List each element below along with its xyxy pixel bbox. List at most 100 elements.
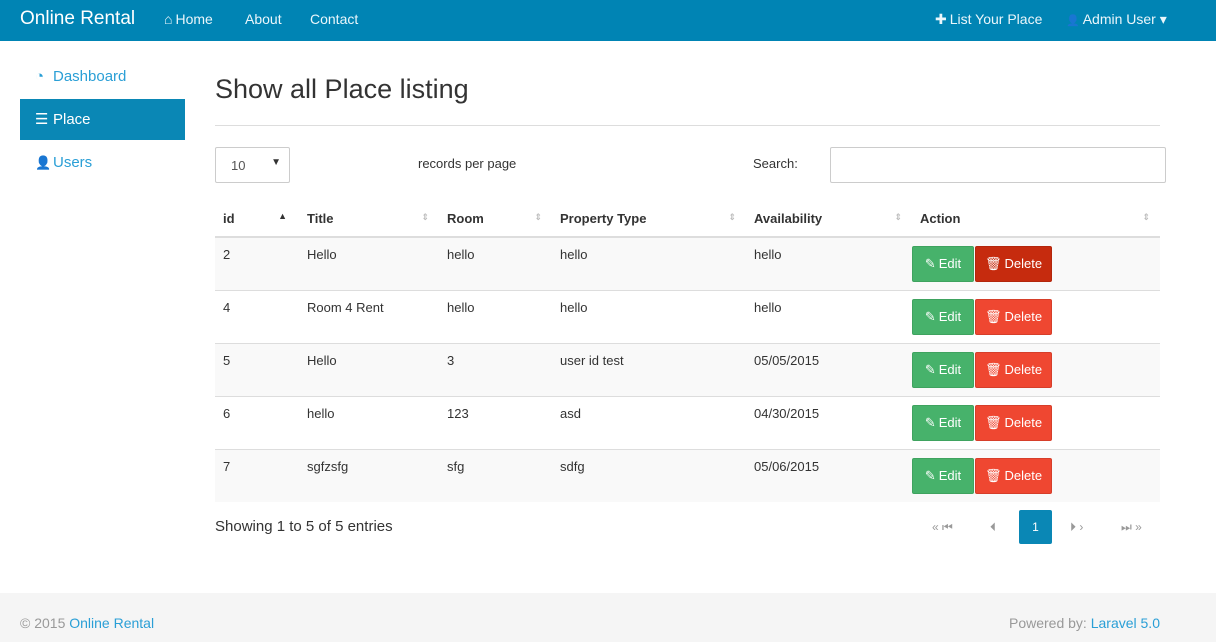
nav-about[interactable]: About (245, 11, 282, 27)
chevron-down-icon: ▾ (1159, 11, 1167, 27)
pencil-icon: ✎ (924, 256, 936, 271)
cell-title: hello (299, 395, 439, 449)
cell-actions: ✎ Edit 🗑 Delete (912, 395, 1160, 449)
plus-icon: ✚ (935, 11, 947, 27)
user-icon: 👤 (35, 155, 52, 170)
laravel-link[interactable]: Laravel 5.0 (1091, 615, 1160, 631)
sort-icon: ⇕ (534, 212, 542, 222)
table-info: Showing 1 to 5 of 5 entries (215, 518, 393, 535)
delete-button[interactable]: 🗑 Delete (975, 246, 1052, 282)
cell-actions: ✎ Edit 🗑 Delete (912, 289, 1160, 343)
cell-property-type: hello (552, 236, 746, 290)
pagination-first[interactable]: « ⏮ (932, 510, 953, 544)
table-row: 6 hello 123 asd 04/30/2015 ✎ Edit 🗑 Delete (215, 395, 1160, 449)
brand-link[interactable]: Online Rental (20, 8, 135, 30)
sidebar-item-label: Dashboard (53, 68, 127, 85)
cell-room: sfg (439, 448, 552, 502)
sidebar-item-dashboard[interactable]: ◔ Dashboard (20, 56, 185, 97)
trash-icon: 🗑 (984, 256, 1002, 271)
trash-icon: 🗑 (984, 308, 1002, 324)
records-per-page-label: records per page (418, 156, 517, 171)
cell-availability: 05/05/2015 (746, 342, 912, 396)
cell-room: hello (439, 289, 552, 343)
sidebar-item-place[interactable]: ☰ Place (20, 99, 185, 140)
cell-actions: ✎ Edit 🗑 Delete (912, 448, 1160, 502)
edit-button[interactable]: ✎ Edit (912, 351, 974, 388)
top-navbar: Online Rental ⌂ Home About Contact ✚ List … (0, 0, 1216, 41)
cell-id: 2 (215, 236, 299, 290)
search-label: Search: (753, 156, 798, 171)
list-your-place-link[interactable]: ✚ List Your Place (935, 11, 1042, 28)
table-header-row: id ▲ Title ⇕ Room ⇕ Property Type ⇕ Availabi… (215, 201, 1160, 238)
user-menu[interactable]: 👤 Admin User ▾ (1066, 11, 1167, 28)
delete-button[interactable]: 🗑 Delete (975, 404, 1052, 441)
table-row: 2 Hello hello hello hello ✎ Edit 🗑 Delete (215, 236, 1160, 290)
delete-button[interactable]: 🗑 Delete (975, 351, 1052, 388)
cell-availability: hello (746, 289, 912, 343)
pencil-icon: ✎ (924, 308, 936, 324)
cell-property-type: user id test (552, 342, 746, 396)
copyright: © 2015 Online Rental (20, 615, 155, 631)
place-table: id ▲ Title ⇕ Room ⇕ Property Type ⇕ Availabi… (215, 201, 1160, 502)
column-header-action[interactable]: Action ⇕ (912, 201, 1160, 238)
divider (215, 125, 1160, 126)
user-icon: 👤 (1066, 15, 1080, 27)
trash-icon: 🗑 (984, 467, 1002, 483)
pagination-next[interactable]: ⏵ › (1070, 510, 1083, 544)
user-menu-label: Admin User (1082, 11, 1156, 27)
sidebar-item-users[interactable]: 👤 Users (20, 142, 185, 183)
sort-icon: ⇕ (728, 212, 736, 222)
delete-button[interactable]: 🗑 Delete (975, 457, 1052, 494)
table-row: 5 Hello 3 user id test 05/05/2015 ✎ Edit 🗑… (215, 342, 1160, 396)
page-title: Show all Place listing (215, 74, 469, 104)
edit-button[interactable]: ✎ Edit (912, 404, 974, 441)
cell-title: Hello (299, 342, 439, 396)
cell-id: 4 (215, 289, 299, 343)
caret-down-icon: ▼ (271, 157, 281, 168)
trash-icon: 🗑 (984, 414, 1002, 430)
dashboard-icon: ◔ (35, 68, 45, 85)
cell-actions: ✎ Edit 🗑 Delete (912, 236, 1160, 290)
sidebar-item-label: Place (53, 111, 91, 128)
nav-home[interactable]: ⌂ Home (164, 11, 213, 27)
sort-asc-icon: ▲ (278, 211, 287, 221)
column-header-property-type[interactable]: Property Type ⇕ (552, 201, 746, 238)
nav-home-label: Home (175, 11, 213, 27)
sort-icon: ⇕ (894, 212, 902, 222)
cell-property-type: asd (552, 395, 746, 449)
column-header-room[interactable]: Room ⇕ (439, 201, 552, 238)
edit-button[interactable]: ✎ Edit (912, 298, 974, 335)
footer-brand-link[interactable]: Online Rental (69, 615, 154, 631)
pencil-icon: ✎ (924, 414, 936, 430)
cell-availability: hello (746, 236, 912, 290)
sidebar-item-label: Users (53, 154, 93, 171)
list-icon: ☰ (35, 111, 49, 128)
cell-title: Hello (299, 236, 439, 290)
column-header-id[interactable]: id ▲ (215, 201, 299, 238)
trash-icon: 🗑 (984, 361, 1002, 377)
edit-button[interactable]: ✎ Edit (912, 246, 974, 282)
list-your-place-label: List Your Place (949, 11, 1043, 27)
column-header-title[interactable]: Title ⇕ (299, 201, 439, 238)
footer: © 2015 Online Rental Powered by: Laravel… (0, 593, 1216, 642)
sort-icon: ⇕ (1142, 212, 1150, 222)
cell-title: Room 4 Rent (299, 289, 439, 343)
pagination-last[interactable]: ⏭ » (1121, 510, 1142, 544)
delete-button[interactable]: 🗑 Delete (975, 298, 1052, 335)
cell-property-type: hello (552, 289, 746, 343)
pagination-page-1[interactable]: 1 (1019, 510, 1052, 544)
search-input[interactable] (830, 147, 1166, 183)
cell-availability: 04/30/2015 (746, 395, 912, 449)
cell-room: 3 (439, 342, 552, 396)
pagination-prev[interactable]: ⏴ (990, 510, 996, 544)
home-icon: ⌂ (164, 11, 173, 27)
cell-id: 5 (215, 342, 299, 396)
edit-button[interactable]: ✎ Edit (912, 457, 974, 494)
pencil-icon: ✎ (924, 467, 936, 483)
cell-room: 123 (439, 395, 552, 449)
column-header-availability[interactable]: Availability ⇕ (746, 201, 912, 238)
records-per-page-select[interactable]: 10 ▼ (215, 147, 290, 183)
nav-contact[interactable]: Contact (310, 11, 358, 27)
table-row: 7 sgfzsfg sfg sdfg 05/06/2015 ✎ Edit 🗑 Dele… (215, 448, 1160, 502)
sort-icon: ⇕ (421, 212, 429, 222)
